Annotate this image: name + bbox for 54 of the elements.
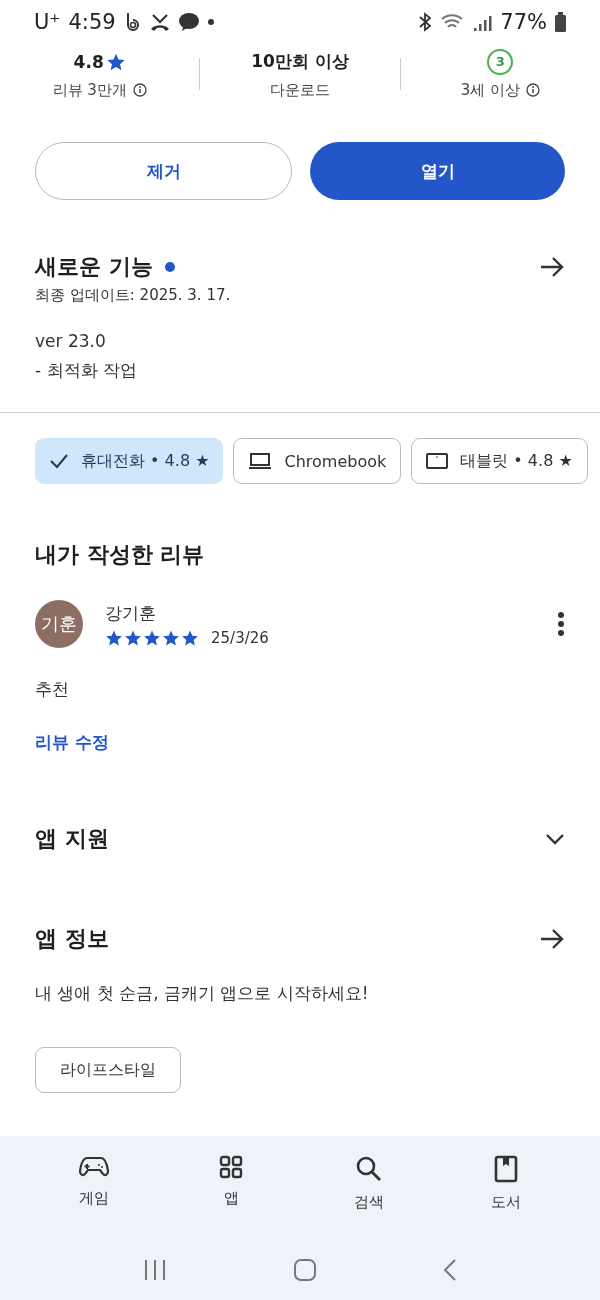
nav-tab[interactable]: 앱	[186, 1154, 277, 1218]
stat-label: 다운로드	[270, 80, 330, 100]
app-description: 내 생애 첫 순금, 금캐기 앱으로 시작하세요!	[35, 982, 369, 1005]
new-indicator-dot	[164, 262, 175, 272]
category-tag[interactable]: 라이프스타일	[35, 1047, 181, 1093]
more-options-icon[interactable]	[557, 611, 565, 637]
review-text: 추천	[35, 678, 69, 701]
battery-percent: 77%	[500, 10, 547, 34]
edit-review-link[interactable]: 리뷰 수정	[35, 731, 109, 754]
gamepad-icon	[78, 1155, 109, 1179]
reviewer-name: 강기훈	[105, 601, 157, 625]
device-chip[interactable]: 태블릿 • 4.8 ★	[411, 438, 588, 484]
search-icon	[354, 1155, 383, 1183]
laptop-icon	[248, 452, 273, 470]
stat-value: 10만회 이상	[251, 50, 349, 73]
dot-icon	[207, 19, 214, 25]
section-title: 앱 정보	[35, 925, 109, 953]
stat-label: 3세 이상	[460, 80, 520, 100]
device-chip[interactable]: 휴대전화 • 4.8 ★	[35, 438, 224, 484]
check-icon	[49, 453, 69, 469]
nav-tab[interactable]: 게임	[48, 1154, 139, 1218]
device-chip[interactable]: Chromebook	[233, 438, 402, 484]
bluetooth-icon	[418, 12, 433, 32]
avatar: 기훈	[35, 600, 83, 648]
info-icon[interactable]	[132, 83, 147, 97]
nav-tab[interactable]: 검색	[323, 1154, 414, 1218]
back-icon[interactable]	[443, 1258, 457, 1282]
section-title: 새로운 기능	[35, 253, 153, 281]
section-title: 내가 작성한 리뷰	[35, 541, 205, 569]
open-button[interactable]: 열기	[310, 142, 565, 200]
age-rating-badge: 3	[487, 48, 514, 75]
stat-label: 리뷰 3만개	[52, 80, 127, 100]
version-text: ver 23.0	[35, 331, 106, 351]
clock: 4:59	[68, 10, 116, 34]
section-title: 앱 지원	[35, 825, 109, 853]
review-date: 25/3/26	[211, 628, 269, 647]
missed-call-icon	[149, 12, 170, 32]
release-notes: - 최적화 작업	[35, 359, 137, 382]
apps-grid-icon	[219, 1155, 244, 1179]
update-date: 최종 업데이트: 2025. 3. 17.	[35, 286, 231, 305]
chat-bubble-icon	[177, 12, 200, 32]
book-icon	[494, 1155, 519, 1183]
recent-apps-icon[interactable]	[143, 1259, 167, 1281]
info-icon[interactable]	[525, 83, 540, 97]
rating-value: 4.8	[73, 51, 104, 72]
chevron-down-icon[interactable]	[545, 833, 565, 845]
arrow-right-icon[interactable]	[539, 256, 565, 278]
home-icon[interactable]	[293, 1258, 317, 1282]
tablet-icon	[426, 452, 449, 470]
battery-icon	[555, 12, 566, 32]
nav-tab[interactable]: 도서	[461, 1154, 552, 1218]
carrier: U⁺	[34, 10, 61, 34]
uninstall-button[interactable]: 제거	[35, 142, 292, 200]
arrow-right-icon[interactable]	[539, 928, 565, 950]
